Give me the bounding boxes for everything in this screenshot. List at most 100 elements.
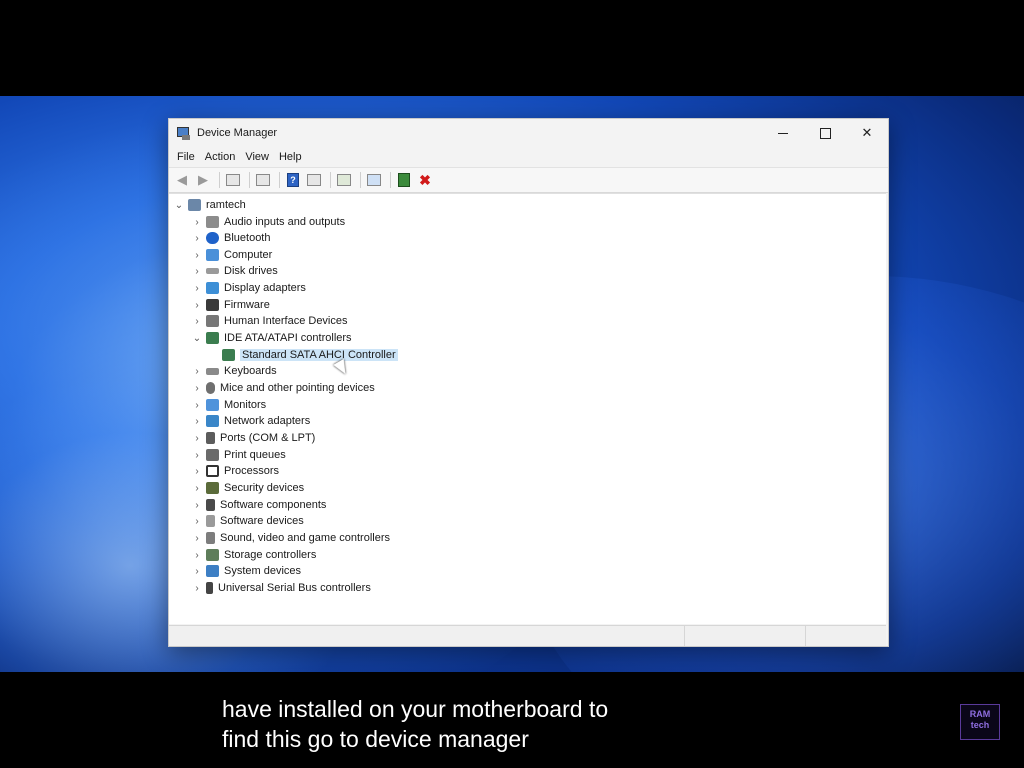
chevron-right-icon[interactable]: › [191, 516, 203, 527]
window-title: Device Manager [197, 127, 278, 139]
tree-item-label: Print queues [224, 449, 286, 461]
tree-item-software-devices[interactable]: › Software devices [191, 513, 304, 529]
tree-item-label: Security devices [224, 482, 305, 494]
chevron-right-icon[interactable]: › [191, 483, 203, 494]
chevron-right-icon[interactable]: › [191, 366, 203, 377]
chevron-right-icon[interactable]: › [191, 316, 203, 327]
chevron-right-icon[interactable]: › [191, 400, 203, 411]
show-hide-console-tree-icon [226, 174, 240, 186]
title-bar[interactable]: Device Manager ✕ [169, 119, 888, 147]
tree-root[interactable]: ⌄ ramtech [173, 197, 246, 213]
chevron-right-icon[interactable]: › [191, 233, 203, 244]
forward-button[interactable]: ▶ [194, 171, 212, 189]
tree-item-audio[interactable]: › Audio inputs and outputs [191, 214, 345, 230]
tree-item-firmware[interactable]: › Firmware [191, 297, 270, 313]
menu-view[interactable]: View [241, 151, 273, 163]
chevron-right-icon[interactable]: › [191, 450, 203, 461]
tree-item-ports[interactable]: › Ports (COM & LPT) [191, 430, 315, 446]
show-hide-console-tree-button[interactable] [224, 171, 242, 189]
chevron-right-icon[interactable]: › [191, 217, 203, 228]
tree-item-mice[interactable]: › Mice and other pointing devices [191, 380, 375, 396]
show-action-pane-icon [307, 174, 321, 186]
chevron-right-icon[interactable]: › [191, 466, 203, 477]
security-icon [206, 482, 219, 494]
tree-item-storage-controllers[interactable]: › Storage controllers [191, 547, 316, 563]
tree-item-sata-ahci-controller[interactable]: Standard SATA AHCI Controller [219, 347, 398, 363]
chevron-right-icon[interactable]: › [191, 533, 203, 544]
tree-item-label: Disk drives [224, 265, 278, 277]
tree-item-label: Software components [220, 499, 327, 511]
tree-item-computer[interactable]: › Computer [191, 247, 272, 263]
tree-item-system-devices[interactable]: › System devices [191, 563, 301, 579]
firmware-icon [206, 299, 219, 311]
maximize-icon [819, 127, 831, 139]
update-driver-button[interactable] [335, 171, 353, 189]
chevron-right-icon[interactable]: › [191, 250, 203, 261]
tree-item-network-adapters[interactable]: › Network adapters [191, 413, 310, 429]
status-segment [806, 626, 886, 646]
update-driver-icon [337, 174, 351, 186]
tree-item-label: Processors [224, 465, 280, 477]
chevron-right-icon[interactable]: › [191, 266, 203, 277]
tree-item-label: IDE ATA/ATAPI controllers [224, 332, 352, 344]
chevron-down-icon[interactable]: ⌄ [173, 200, 185, 211]
chevron-right-icon[interactable]: › [191, 383, 203, 394]
chevron-right-icon[interactable]: › [191, 583, 203, 594]
toolbar-separator [249, 172, 250, 188]
close-button[interactable]: ✕ [846, 119, 888, 147]
tree-item-hid[interactable]: › Human Interface Devices [191, 313, 348, 329]
usb-icon [206, 582, 213, 594]
enable-device-icon [398, 173, 410, 187]
tree-item-software-components[interactable]: › Software components [191, 497, 326, 513]
tree-item-usb-controllers[interactable]: › Universal Serial Bus controllers [191, 580, 371, 596]
chevron-right-icon[interactable]: › [191, 300, 203, 311]
properties-button[interactable] [254, 171, 272, 189]
enable-device-button[interactable] [395, 171, 413, 189]
maximize-button[interactable] [804, 119, 846, 147]
menu-file[interactable]: File [173, 151, 199, 163]
menu-help[interactable]: Help [275, 151, 306, 163]
subtitle-line-2: find this go to device manager [222, 726, 529, 752]
hid-icon [206, 315, 219, 327]
minimize-icon [778, 132, 788, 134]
chevron-right-icon[interactable]: › [191, 283, 203, 294]
tree-item-ide-controllers[interactable]: ⌄ IDE ATA/ATAPI controllers [191, 330, 352, 346]
toolbar-separator [360, 172, 361, 188]
tree-item-print-queues[interactable]: › Print queues [191, 447, 286, 463]
port-icon [206, 432, 215, 444]
tree-item-disk-drives[interactable]: › Disk drives [191, 263, 278, 279]
minimize-button[interactable] [762, 119, 804, 147]
tree-item-keyboards[interactable]: › Keyboards [191, 363, 276, 379]
display-adapter-icon [206, 282, 219, 294]
tree-item-label: Universal Serial Bus controllers [218, 582, 371, 594]
chevron-right-icon[interactable]: › [191, 550, 203, 561]
chevron-right-icon[interactable]: › [191, 500, 203, 511]
chevron-right-icon[interactable]: › [191, 566, 203, 577]
chevron-right-icon[interactable]: › [191, 433, 203, 444]
disk-drive-icon [206, 268, 219, 274]
menu-action[interactable]: Action [201, 151, 240, 163]
tree-item-label: Ports (COM & LPT) [220, 432, 316, 444]
tree-item-processors[interactable]: › Processors [191, 463, 279, 479]
tree-item-monitors[interactable]: › Monitors [191, 397, 266, 413]
tree-item-label: Firmware [224, 299, 270, 311]
tree-item-security-devices[interactable]: › Security devices [191, 480, 304, 496]
status-segment [169, 626, 686, 646]
device-manager-icon [177, 126, 191, 140]
uninstall-device-button[interactable]: ✖ [416, 171, 434, 189]
tree-item-sound-video[interactable]: › Sound, video and game controllers [191, 530, 390, 546]
printer-icon [206, 449, 219, 461]
tree-item-bluetooth[interactable]: › Bluetooth [191, 230, 270, 246]
help-button[interactable]: ? [284, 171, 302, 189]
back-button[interactable]: ◀ [173, 171, 191, 189]
software-device-icon [206, 515, 215, 527]
tree-item-display-adapters[interactable]: › Display adapters [191, 280, 306, 296]
chevron-down-icon[interactable]: ⌄ [191, 333, 203, 344]
scan-hardware-button[interactable] [365, 171, 383, 189]
chevron-right-icon[interactable]: › [191, 416, 203, 427]
tree-item-label: Display adapters [224, 282, 306, 294]
tree-item-label: Mice and other pointing devices [220, 382, 375, 394]
ide-controller-icon [222, 349, 235, 361]
tree-item-label: Bluetooth [224, 232, 271, 244]
show-action-pane-button[interactable] [305, 171, 323, 189]
